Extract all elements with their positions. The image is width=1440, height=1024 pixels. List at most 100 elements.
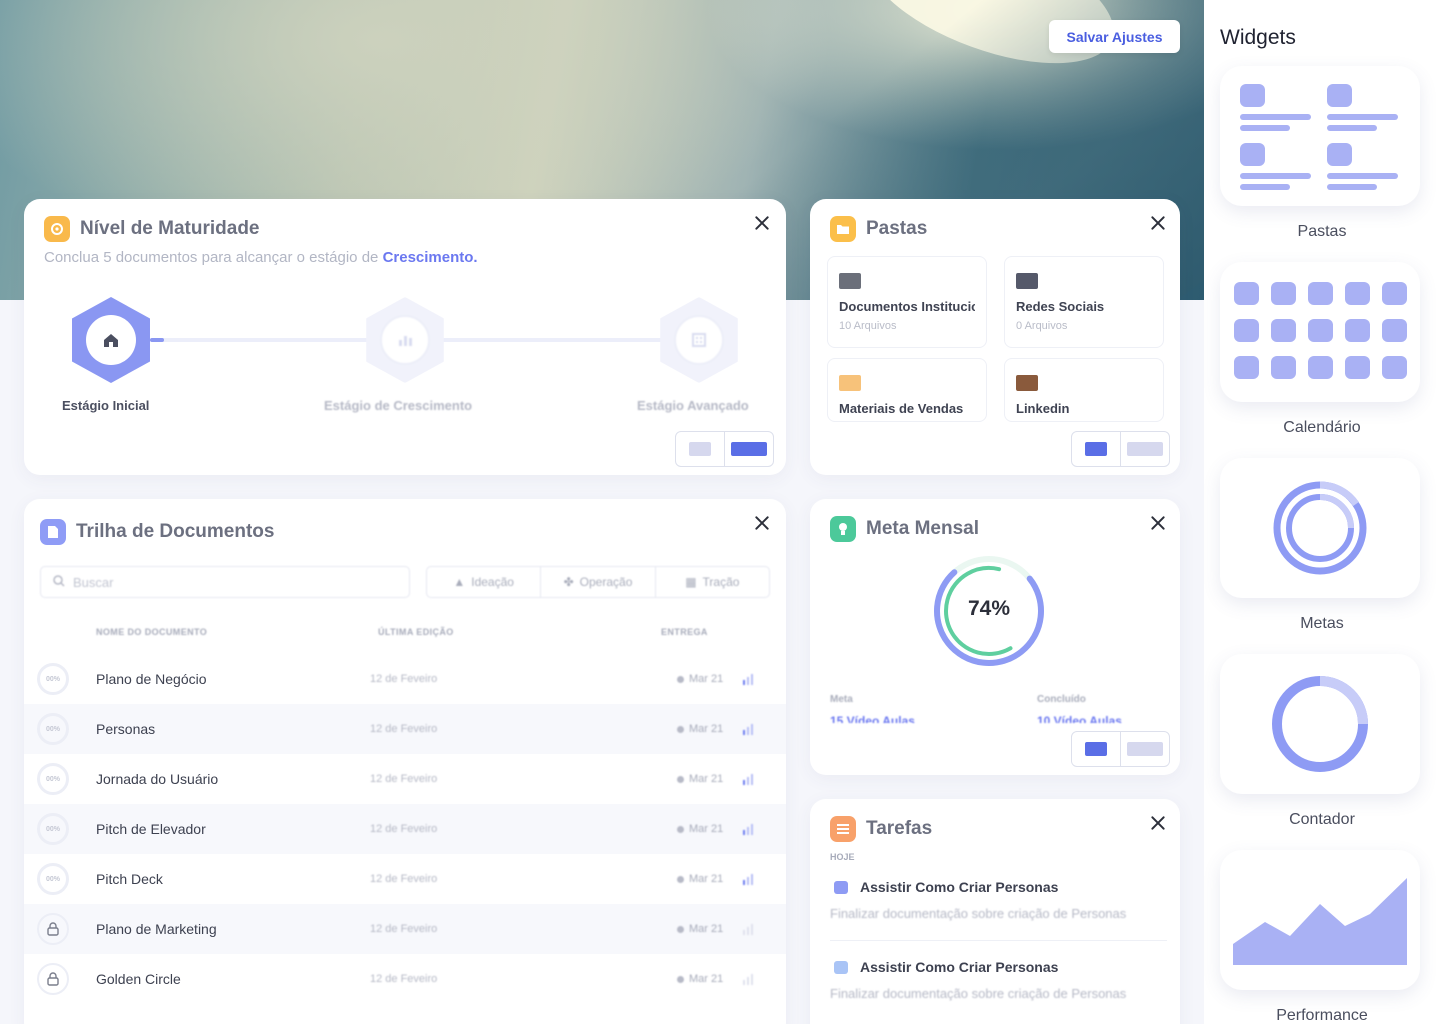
maturity-close-icon[interactable] — [752, 213, 772, 233]
table-row[interactable]: 00% Pitch Deck 12 de Feveiro Mar 21 — [24, 854, 786, 904]
folders-size-small[interactable] — [1072, 432, 1121, 466]
filter-traction[interactable]: ▦ Tração — [656, 567, 769, 597]
calendar-dot-icon — [677, 975, 684, 983]
document-name[interactable]: Golden Circle — [96, 971, 181, 987]
task-title[interactable]: Assistir Como Criar Personas — [860, 959, 1058, 975]
document-name[interactable]: Pitch Deck — [96, 871, 163, 887]
document-name[interactable]: Pitch de Elevador — [96, 821, 206, 837]
filter-ideation[interactable]: ▲ Ideação — [427, 567, 542, 597]
goal-title-wrap: Meta Mensal — [830, 516, 979, 542]
table-row[interactable]: 00% Jornada do Usuário 12 de Feveiro Mar … — [24, 754, 786, 804]
folder-item[interactable]: Redes Sociais 0 Arquivos — [1004, 256, 1164, 348]
widget-folders[interactable] — [1220, 66, 1420, 206]
maturity-size-small[interactable] — [676, 432, 725, 466]
stage-growth-label: Estágio de Crescimento — [324, 398, 473, 413]
goal-meta-label: Meta — [830, 694, 853, 705]
maturity-badge-icon — [44, 216, 70, 242]
folders-size-large[interactable] — [1121, 432, 1169, 466]
goal-size-large[interactable] — [1121, 732, 1169, 766]
folder-item[interactable]: Linkedin — [1004, 358, 1164, 422]
table-row[interactable]: 00% Plano de Negócio 12 de Feveiro Mar 21 — [24, 654, 786, 704]
table-row[interactable]: Plano de Marketing 12 de Feveiro Mar 21 — [24, 904, 786, 954]
document-due: Mar 21 — [677, 823, 723, 835]
maturity-subtitle-highlight: Crescimento. — [382, 249, 478, 266]
widgets-sidebar: Widgets Pastas Calendário Metas Contador — [1204, 0, 1440, 1024]
goal-done-value: 10 Vídeo Aulas — [1037, 714, 1122, 723]
folder-name: Redes Sociais — [1016, 299, 1105, 314]
widget-label: Calendário — [1283, 419, 1361, 436]
folder-name: Materiais de Vendas — [839, 401, 964, 416]
counter-ring-icon — [1272, 676, 1368, 772]
document-name[interactable]: Personas — [96, 721, 155, 737]
area-chart-icon — [1233, 878, 1407, 965]
video-icon — [834, 881, 848, 894]
track-title-wrap: Trilha de Documentos — [40, 519, 274, 545]
folder-item[interactable]: Materiais de Vendas — [827, 358, 987, 422]
track-title: Trilha de Documentos — [76, 521, 275, 542]
tasks-close-icon[interactable] — [1148, 813, 1168, 833]
due-date: Mar 21 — [689, 873, 724, 885]
document-name[interactable]: Plano de Marketing — [96, 921, 217, 937]
folders-title-wrap: Pastas — [830, 216, 927, 242]
column-header-name: NOME DO DOCUMENTO — [96, 627, 208, 637]
progress-ring: 00% — [37, 663, 69, 695]
folder-item[interactable]: Documentos Institucionais 10 Arquivos — [827, 256, 987, 348]
growth-icon — [380, 315, 430, 365]
widget-calendar[interactable] — [1220, 262, 1420, 402]
goal-meta-value: 15 Vídeo Aulas — [830, 714, 915, 723]
search-icon — [53, 574, 65, 590]
due-date: Mar 21 — [689, 723, 724, 735]
task-title[interactable]: Assistir Como Criar Personas — [860, 879, 1058, 895]
calendar-dot-icon — [677, 675, 684, 683]
document-due: Mar 21 — [677, 673, 723, 685]
maturity-size-toggle[interactable] — [675, 431, 774, 467]
folder-count: 10 Arquivos — [839, 320, 897, 332]
calendar-dot-icon — [677, 925, 684, 933]
calendar-dot-icon — [677, 775, 684, 783]
document-due: Mar 21 — [677, 873, 723, 885]
document-edited: 12 de Feveiro — [370, 823, 438, 835]
goal-size-small[interactable] — [1072, 732, 1121, 766]
search-input[interactable]: Buscar — [73, 575, 113, 590]
widget-label: Contador — [1289, 811, 1355, 828]
document-due: Mar 21 — [677, 723, 723, 735]
widget-label: Metas — [1300, 615, 1344, 632]
filter-operation[interactable]: ✤ Operação — [541, 567, 656, 597]
folders-close-icon[interactable] — [1148, 213, 1168, 233]
table-row[interactable]: Golden Circle 12 de Feveiro Mar 21 — [24, 954, 786, 1004]
goal-close-icon[interactable] — [1148, 513, 1168, 533]
table-row[interactable]: 00% Pitch de Elevador 12 de Feveiro Mar 2… — [24, 804, 786, 854]
table-row[interactable]: 00% Personas 12 de Feveiro Mar 21 — [24, 704, 786, 754]
maturity-size-large[interactable] — [725, 432, 773, 466]
document-icon — [834, 961, 848, 974]
signal-bars-icon — [743, 823, 753, 835]
sidebar-title: Widgets — [1220, 26, 1296, 49]
progress-ring: 00% — [37, 813, 69, 845]
widget-performance[interactable] — [1220, 850, 1420, 990]
goal-size-toggle[interactable] — [1071, 731, 1170, 767]
stage-initial-label: Estágio Inicial — [62, 398, 150, 413]
building-icon — [674, 315, 724, 365]
lightbulb-icon: ▲ — [453, 575, 466, 589]
document-edited: 12 de Feveiro — [370, 973, 438, 985]
folders-title: Pastas — [866, 218, 928, 239]
document-edited: 12 de Feveiro — [370, 773, 438, 785]
track-search[interactable]: Buscar — [40, 566, 410, 598]
folder-count: 0 Arquivos — [1016, 320, 1068, 332]
gears-icon: ✤ — [563, 575, 574, 589]
goal-title: Meta Mensal — [866, 518, 979, 539]
widget-goals[interactable] — [1220, 458, 1420, 598]
track-close-icon[interactable] — [752, 513, 772, 533]
folders-size-toggle[interactable] — [1071, 431, 1170, 467]
tasks-title-wrap: Tarefas — [830, 816, 932, 842]
widget-counter[interactable] — [1220, 654, 1420, 794]
document-name[interactable]: Jornada do Usuário — [96, 771, 218, 787]
widget-label: Pastas — [1297, 223, 1347, 240]
due-date: Mar 21 — [689, 773, 724, 785]
save-settings-button[interactable]: Salvar Ajustes — [1049, 20, 1180, 53]
task-description: Finalizar documentação sobre criação de … — [830, 906, 1127, 921]
folder-name: Linkedin — [1016, 401, 1070, 416]
home-icon — [86, 315, 136, 365]
briefcase-icon — [1016, 375, 1038, 391]
document-name[interactable]: Plano de Negócio — [96, 671, 207, 687]
